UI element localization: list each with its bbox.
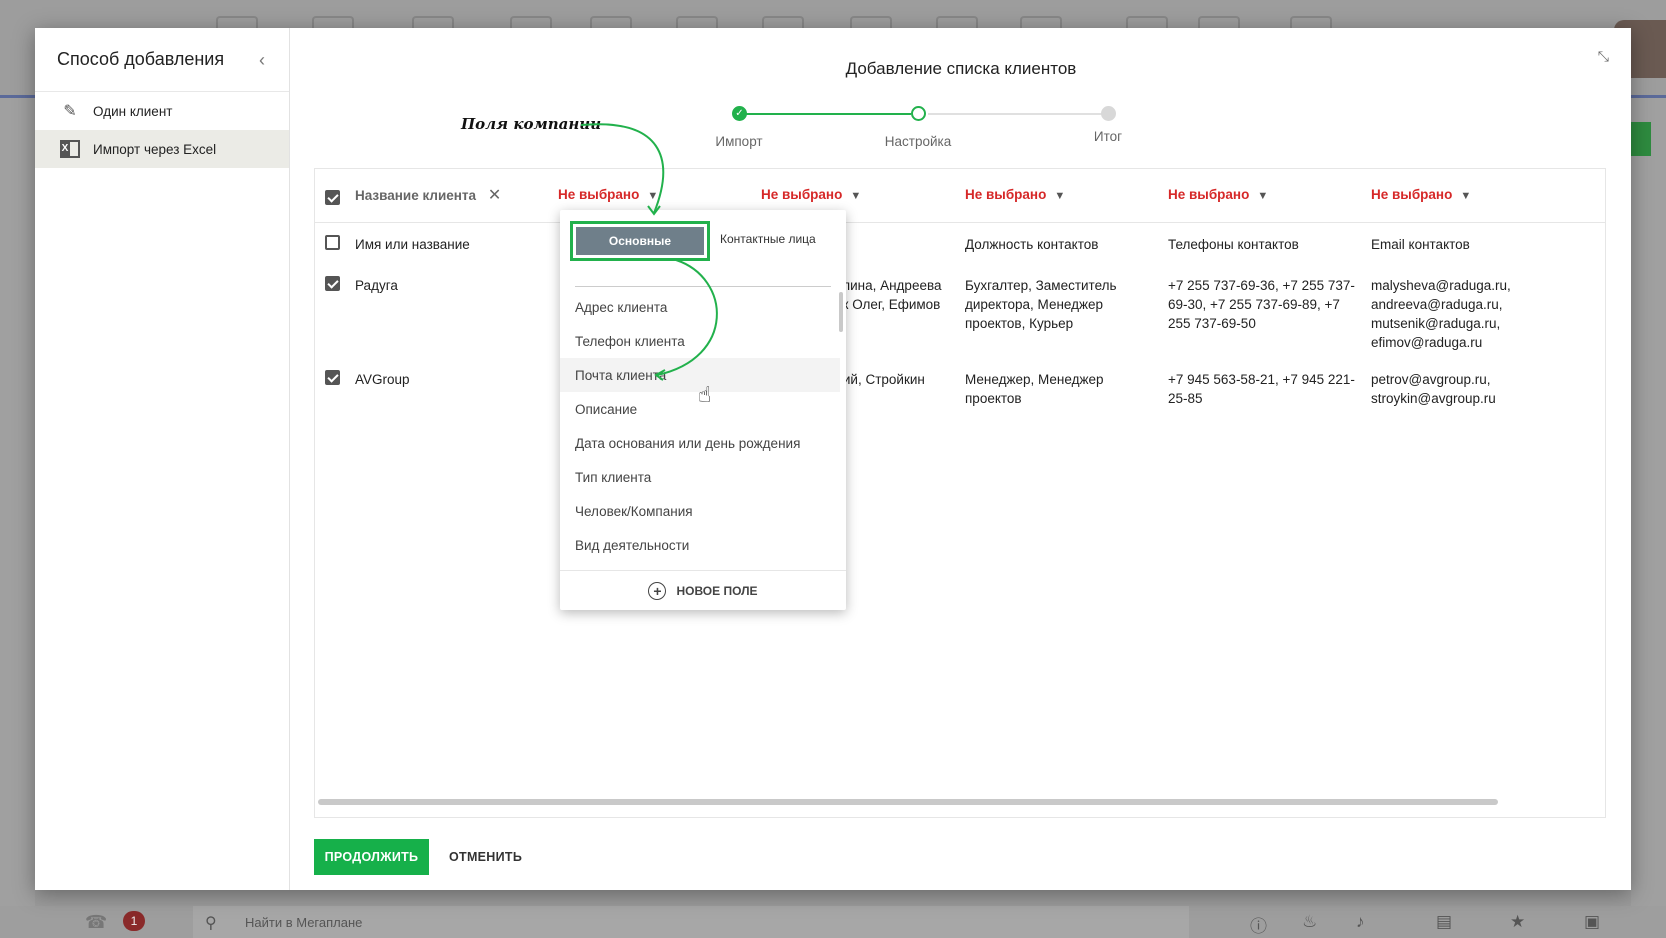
column-header-select[interactable]: Не выбрано ▼ — [965, 187, 1065, 202]
column-header-label: Не выбрано — [558, 187, 640, 202]
select-all-checkbox[interactable] — [325, 190, 340, 205]
chat-icon[interactable]: ▤ — [1436, 912, 1452, 932]
row-checkbox[interactable] — [325, 370, 340, 385]
tab-contacts[interactable]: Контактные лица — [720, 232, 816, 246]
new-field-button[interactable]: + НОВОЕ ПОЛЕ — [560, 570, 846, 610]
stepper: ✓ Импорт Настройка Итог — [291, 28, 1631, 188]
table-cell: Имя или название — [355, 237, 470, 252]
step-connector — [744, 113, 911, 115]
caret-down-icon: ▼ — [647, 190, 659, 202]
info-icon[interactable]: ⓘ — [1250, 912, 1267, 937]
table-header: Название клиента ✕ Не выбрано ▼ Не выбран… — [315, 169, 1605, 223]
caret-down-icon: ▼ — [1257, 190, 1269, 202]
table-cell: AVGroup — [355, 372, 410, 387]
dropdown-item[interactable]: Тип клиента — [560, 460, 840, 494]
table-cell: malysheva@raduga.ru, andreeva@raduga.ru,… — [1371, 278, 1511, 350]
row-checkbox[interactable] — [325, 235, 340, 250]
tab-label: Основные — [576, 227, 704, 255]
column-header-label: Не выбрано — [1371, 187, 1453, 202]
hand-cursor-icon: ☝ — [698, 382, 712, 407]
background-right-panel — [1631, 98, 1666, 906]
dropdown-item[interactable]: Вид деятельности — [560, 528, 840, 562]
pencil-icon: ✎ — [63, 103, 77, 120]
sidebar-item-single-client[interactable]: ✎ Один клиент — [35, 92, 289, 130]
horizontal-scrollbar[interactable] — [318, 799, 1498, 805]
sidebar-item-label: Один клиент — [93, 103, 173, 119]
step-import-label: Импорт — [715, 134, 763, 149]
column-header-client-name[interactable]: Название клиента ✕ — [355, 186, 501, 205]
tab-main-fields[interactable]: Основные — [570, 221, 710, 261]
chevron-left-icon[interactable]: ‹ — [259, 50, 265, 71]
dialog-main: Добавление списка клиентов ⤡ ✓ Импорт На… — [291, 28, 1631, 890]
star-icon[interactable]: ★ — [1510, 912, 1525, 932]
excel-icon — [59, 138, 81, 160]
step-connector — [928, 113, 1108, 115]
step-setup-label: Настройка — [884, 134, 952, 149]
cancel-button[interactable]: ОТМЕНИТЬ — [441, 839, 530, 875]
annotation-label: Поля компании — [461, 115, 602, 133]
bell-icon[interactable]: ♪ — [1356, 912, 1365, 932]
phone-icon[interactable]: ☎ — [85, 912, 107, 933]
table-cell: дий, Стройкин — [835, 372, 925, 387]
bottom-bar: ☎ 1 ⚲ Найти в Мегаплане ⓘ ♨ ♪ ▤ ★ ▣ — [0, 906, 1666, 938]
column-header-label: Не выбрано — [761, 187, 843, 202]
dropdown-item[interactable]: Дата основания или день рождения — [560, 426, 840, 460]
mapping-table: Название клиента ✕ Не выбрано ▼ Не выбран… — [314, 168, 1606, 818]
column-header-label: Не выбрано — [965, 187, 1047, 202]
new-field-label: НОВОЕ ПОЛЕ — [676, 583, 758, 598]
table-cell: petrov@avgroup.ru, stroykin@avgroup.ru — [1371, 372, 1496, 406]
column-header-select[interactable]: Не выбрано ▼ — [1371, 187, 1471, 202]
table-cell: Должность контактов — [965, 237, 1099, 252]
plus-circle-icon: + — [648, 581, 667, 600]
column-header-label: Название клиента — [355, 188, 477, 203]
column-header-select[interactable]: Не выбрано ▼ — [761, 187, 861, 202]
caret-down-icon: ▼ — [1054, 190, 1066, 202]
table-cell: +7 945 563-58-21, +7 945 221-25-85 — [1168, 372, 1355, 406]
dropdown-item[interactable]: Адрес клиента — [560, 290, 840, 324]
method-sidebar: Способ добавления ‹ ✎ Один клиент Импорт… — [35, 28, 290, 890]
global-search[interactable]: ⚲ Найти в Мегаплане — [193, 906, 1189, 938]
global-search-placeholder: Найти в Мегаплане — [245, 915, 363, 930]
clear-icon[interactable]: ✕ — [488, 187, 501, 204]
table-cell: Менеджер, Менеджер проектов — [965, 372, 1104, 406]
fire-icon[interactable]: ♨ — [1302, 912, 1317, 932]
search-icon: ⚲ — [205, 915, 217, 932]
column-header-label: Не выбрано — [1168, 187, 1250, 202]
column-header-select[interactable]: Не выбрано ▼ — [558, 187, 658, 202]
feedback-icon[interactable]: ▣ — [1584, 912, 1600, 932]
dropdown-item[interactable]: Человек/Компания — [560, 494, 840, 528]
background-green-button — [1631, 122, 1651, 156]
background-left-panel — [0, 98, 35, 906]
table-cell: олина, Андреева ик Олег, Ефимов — [835, 278, 942, 312]
field-dropdown: Основные Контактные лица Адрес клиента Т… — [560, 210, 846, 610]
step-todo-dot — [1101, 106, 1116, 121]
sidebar-item-label: Импорт через Excel — [93, 141, 217, 157]
table-cell: Радуга — [355, 278, 398, 293]
caret-down-icon: ▼ — [850, 190, 862, 202]
dropdown-search-line[interactable] — [575, 286, 831, 287]
step-result-label: Итог — [1093, 129, 1123, 144]
notifications-badge: 1 — [123, 911, 145, 931]
sidebar-header: Способ добавления ‹ — [35, 28, 289, 92]
table-cell: Бухгалтер, Заместитель директора, Менедж… — [965, 278, 1117, 331]
table-cell: Email контактов — [1371, 237, 1470, 252]
sidebar-title: Способ добавления — [57, 49, 225, 69]
add-clients-dialog: Способ добавления ‹ ✎ Один клиент Импорт… — [35, 28, 1631, 890]
table-cell: +7 255 737-69-36, +7 255 737-69-30, +7 2… — [1168, 278, 1355, 331]
step-done-check-icon: ✓ — [732, 106, 747, 121]
sidebar-item-excel-import[interactable]: Импорт через Excel — [35, 130, 289, 168]
row-checkbox[interactable] — [325, 276, 340, 291]
step-current-dot — [911, 106, 926, 121]
column-header-select[interactable]: Не выбрано ▼ — [1168, 187, 1268, 202]
table-cell: Телефоны контактов — [1168, 237, 1299, 252]
continue-button[interactable]: ПРОДОЛЖИТЬ — [314, 839, 429, 875]
dropdown-item[interactable]: Телефон клиента — [560, 324, 840, 358]
caret-down-icon: ▼ — [1460, 190, 1472, 202]
dropdown-scrollbar[interactable] — [839, 292, 843, 332]
